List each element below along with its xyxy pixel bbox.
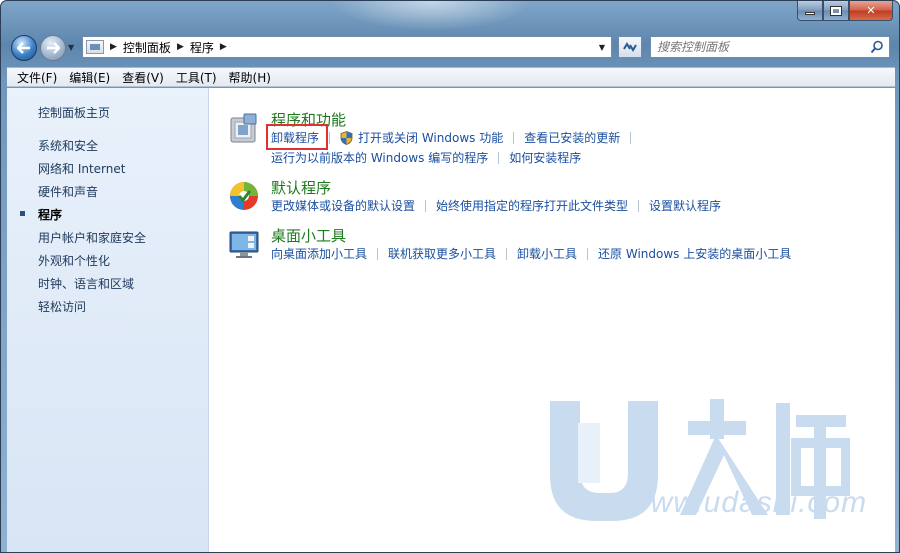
sidebar-item-appearance[interactable]: 外观和个性化 — [38, 252, 110, 269]
restore-gadgets-link[interactable]: 还原 Windows 上安装的桌面小工具 — [598, 245, 791, 262]
maximize-button[interactable] — [823, 1, 849, 21]
task-divider — [630, 131, 632, 144]
view-installed-updates-link[interactable]: 查看已安装的更新 — [524, 129, 620, 146]
sidebar-item-hardware-sound[interactable]: 硬件和声音 — [38, 183, 98, 200]
sidebar-item-clock-region[interactable]: 时钟、语言和区域 — [38, 275, 134, 292]
menu-help[interactable]: 帮助(H) — [223, 69, 277, 86]
sidebar-home-link[interactable]: 控制面板主页 — [38, 104, 110, 121]
control-panel-icon — [86, 40, 104, 54]
task-row: 向桌面添加小工具 联机获取更多小工具 卸载小工具 还原 Windows 上安装的… — [271, 245, 791, 262]
search-icon[interactable] — [870, 40, 884, 54]
run-older-programs-link[interactable]: 运行为以前版本的 Windows 编写的程序 — [271, 149, 488, 166]
refresh-icon — [623, 42, 637, 52]
search-box — [650, 36, 890, 58]
get-more-gadgets-link[interactable]: 联机获取更多小工具 — [388, 245, 496, 262]
maximize-icon — [830, 5, 842, 16]
sidebar-item-ease-of-access[interactable]: 轻松访问 — [38, 298, 86, 315]
back-button[interactable] — [11, 35, 37, 61]
task-divider — [506, 247, 508, 260]
menu-tools[interactable]: 工具(T) — [170, 69, 223, 86]
forward-arrow-icon — [47, 42, 60, 54]
file-type-association-link[interactable]: 始终使用指定的程序打开此文件类型 — [436, 197, 628, 214]
category-title-default-programs[interactable]: 默认程序 — [271, 177, 331, 198]
explorer-window: ✕ ▼ ▶ 控制面板 ▶ 程序 ▶ ▼ 文件(F) 编辑(E) 查 — [0, 0, 900, 553]
desktop-gadgets-icon[interactable] — [228, 228, 260, 260]
sidebar-item-programs[interactable]: 程序 — [38, 206, 62, 223]
minimize-button[interactable] — [797, 1, 823, 21]
caption-buttons: ✕ — [797, 1, 893, 21]
turn-windows-features-link[interactable]: 打开或关闭 Windows 功能 — [358, 129, 503, 146]
sidebar-item-network[interactable]: 网络和 Internet — [38, 160, 125, 177]
highlight-box — [266, 124, 328, 150]
change-media-defaults-link[interactable]: 更改媒体或设备的默认设置 — [271, 197, 415, 214]
address-history-dropdown[interactable]: ▼ — [593, 37, 611, 57]
sidebar: 控制面板主页 系统和安全 网络和 Internet 硬件和声音 程序 用户帐户和… — [7, 88, 209, 552]
task-divider — [425, 199, 427, 212]
chevron-down-icon: ▼ — [598, 42, 606, 52]
task-divider — [498, 151, 500, 164]
sidebar-item-user-accounts[interactable]: 用户帐户和家庭安全 — [38, 229, 146, 246]
refresh-button[interactable] — [618, 36, 642, 58]
how-to-install-link[interactable]: 如何安装程序 — [509, 149, 581, 166]
breadcrumb-programs[interactable]: 程序 — [190, 39, 214, 56]
category-title-desktop-gadgets[interactable]: 桌面小工具 — [271, 225, 346, 246]
menu-file[interactable]: 文件(F) — [11, 69, 63, 86]
content-area: 控制面板主页 系统和安全 网络和 Internet 硬件和声音 程序 用户帐户和… — [7, 88, 895, 552]
add-gadgets-link[interactable]: 向桌面添加小工具 — [271, 245, 367, 262]
uac-shield-icon — [340, 130, 353, 145]
breadcrumb-arrow-icon: ▶ — [110, 42, 117, 52]
breadcrumb-arrow-icon: ▶ — [176, 42, 184, 52]
sidebar-item-system-security[interactable]: 系统和安全 — [38, 137, 98, 154]
back-arrow-icon — [17, 42, 30, 54]
task-divider — [377, 247, 379, 260]
menu-view[interactable]: 查看(V) — [116, 69, 170, 86]
task-divider — [638, 199, 640, 212]
task-divider — [329, 131, 331, 144]
menu-edit[interactable]: 编辑(E) — [63, 69, 116, 86]
current-item-bullet-icon — [20, 211, 25, 216]
menu-bar: 文件(F) 编辑(E) 查看(V) 工具(T) 帮助(H) — [7, 67, 895, 87]
close-button[interactable]: ✕ — [849, 1, 893, 21]
set-default-programs-link[interactable]: 设置默认程序 — [649, 197, 721, 214]
navigation-bar: ▼ ▶ 控制面板 ▶ 程序 ▶ ▼ — [7, 31, 895, 61]
task-divider — [587, 247, 589, 260]
main-panel: 程序和功能 卸载程序 打开或关闭 Windows 功能 查看已安装的更新 运行为… — [210, 88, 895, 552]
minimize-icon — [805, 12, 815, 15]
recent-pages-button[interactable]: ▼ — [68, 43, 74, 52]
breadcrumb-arrow-icon[interactable]: ▶ — [220, 42, 227, 52]
task-row: 运行为以前版本的 Windows 编写的程序 如何安装程序 — [271, 149, 581, 166]
title-glow — [331, 1, 531, 31]
chevron-down-icon: ▼ — [68, 43, 75, 52]
uninstall-gadget-link[interactable]: 卸载小工具 — [517, 245, 577, 262]
default-programs-icon[interactable] — [228, 180, 260, 212]
watermark-domain: www.udashi.com — [628, 486, 868, 519]
breadcrumb-control-panel[interactable]: 控制面板 — [123, 39, 171, 56]
search-input[interactable] — [657, 40, 867, 54]
task-row: 更改媒体或设备的默认设置 始终使用指定的程序打开此文件类型 设置默认程序 — [271, 197, 721, 214]
task-divider — [513, 131, 515, 144]
programs-and-features-icon[interactable] — [228, 112, 260, 144]
forward-button[interactable] — [40, 35, 66, 61]
address-bar[interactable]: ▶ 控制面板 ▶ 程序 ▶ ▼ — [82, 36, 612, 58]
